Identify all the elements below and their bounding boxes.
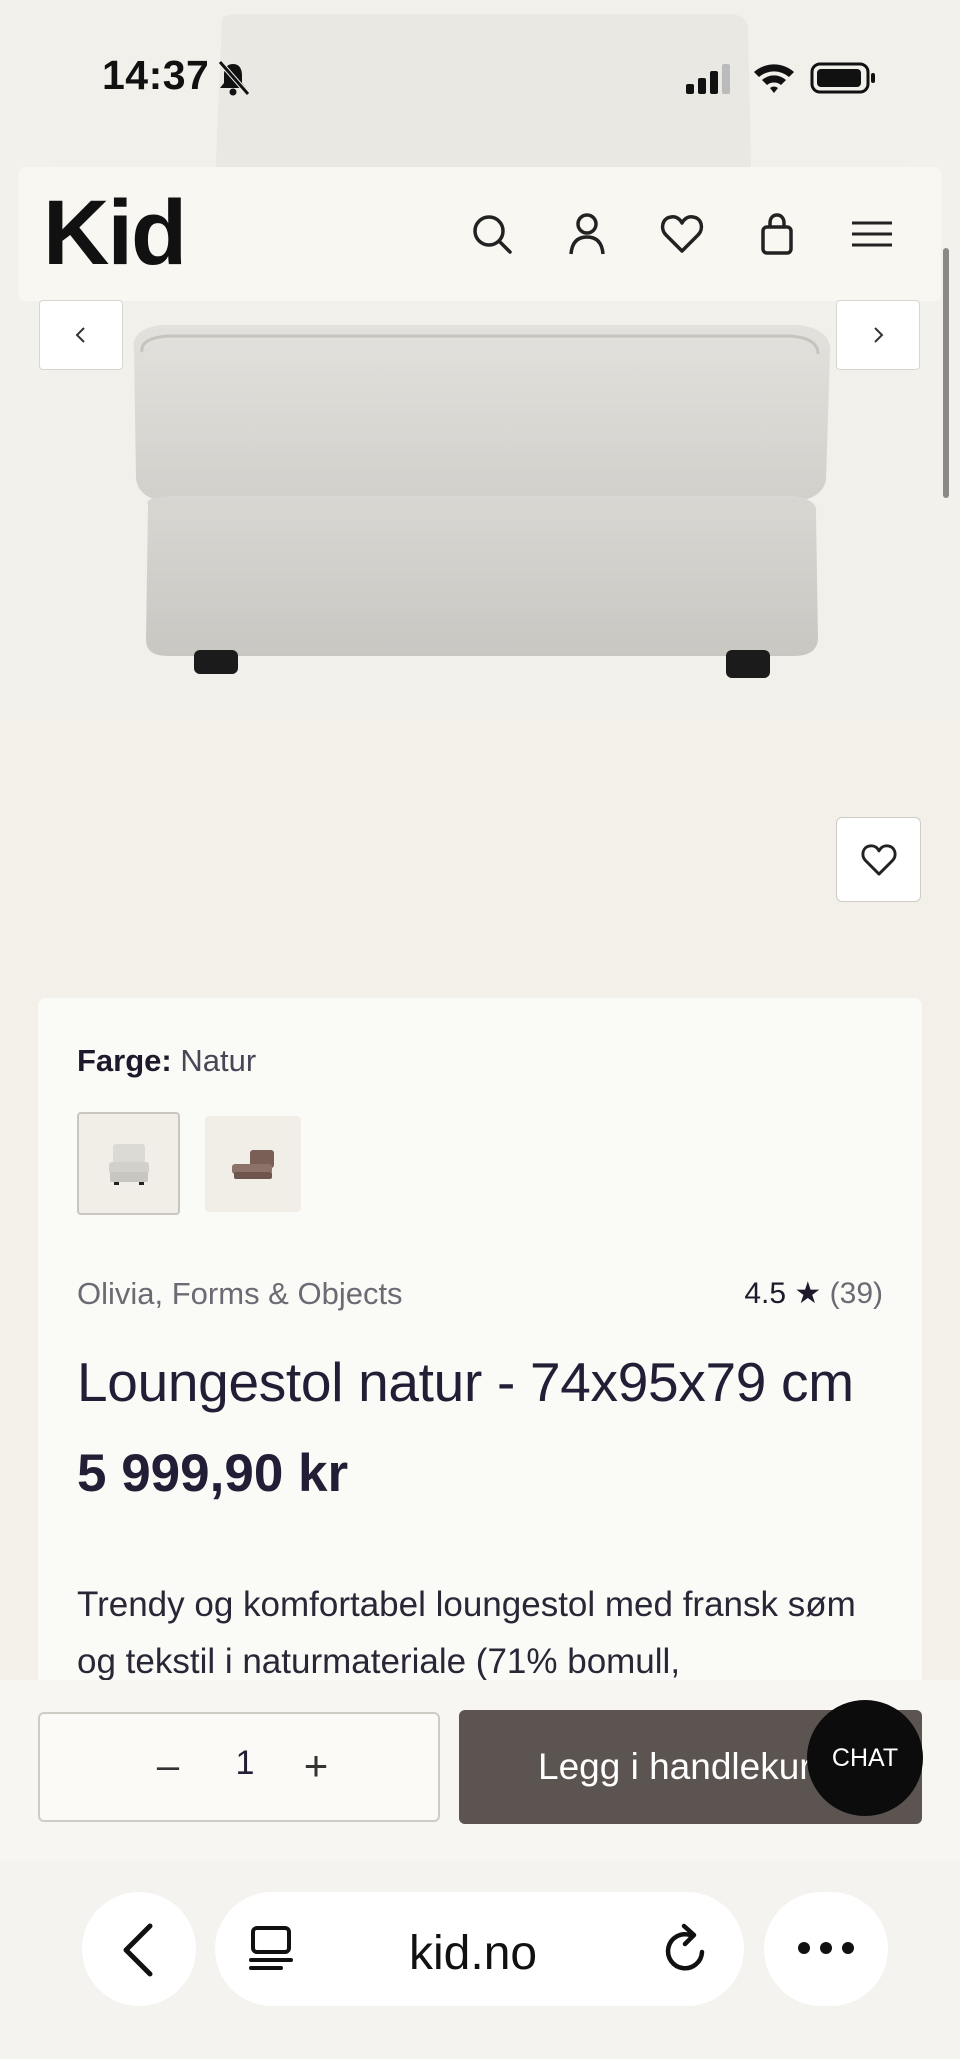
kid-logo[interactable]: Kid	[43, 181, 187, 286]
shopping-bag-icon[interactable]	[754, 211, 800, 257]
carousel-prev-button[interactable]	[39, 300, 123, 370]
tabs-icon	[249, 1926, 293, 1970]
quantity-stepper: – 1 +	[38, 1712, 440, 1822]
back-icon	[123, 1923, 153, 1977]
browser-more-button[interactable]	[764, 1892, 888, 2006]
more-icon	[798, 1942, 854, 1954]
quantity-increase-button[interactable]: +	[296, 1742, 336, 1790]
site-header: Kid	[19, 167, 941, 301]
wishlist-heart-icon[interactable]	[659, 211, 705, 257]
search-icon[interactable]	[469, 211, 515, 257]
browser-toolbar: kid.no	[0, 1860, 960, 2059]
address-bar[interactable]: kid.no	[215, 1892, 744, 2006]
quantity-decrease-button[interactable]: –	[148, 1744, 188, 1789]
account-icon[interactable]	[564, 211, 610, 257]
color-swatch-natur[interactable]	[77, 1112, 180, 1215]
quantity-value[interactable]: 1	[230, 1744, 260, 1783]
heart-icon	[861, 843, 896, 875]
chevron-left-icon	[75, 327, 85, 343]
star-icon: ★	[794, 1277, 822, 1310]
carousel-next-button[interactable]	[836, 300, 920, 370]
product-description: Trendy og komfortabel loungestol med fra…	[77, 1585, 856, 1681]
battery-icon	[810, 62, 875, 94]
color-label: Farge:	[77, 1043, 172, 1078]
swatch-chair-thumbnail	[232, 1150, 274, 1179]
browser-back-button[interactable]	[82, 1892, 196, 2006]
product-rating[interactable]: 4.5 ★ (39)	[744, 1276, 883, 1311]
add-to-cart-label: Legg i handlekurv	[538, 1746, 831, 1787]
silent-mode-icon	[218, 60, 250, 96]
status-time: 14:37	[102, 52, 210, 98]
color-value: Natur	[180, 1043, 257, 1078]
rating-score: 4.5	[744, 1277, 787, 1310]
url-text: kid.no	[409, 1927, 538, 1980]
cellular-signal-icon	[686, 64, 730, 94]
status-bar: 14:37	[0, 0, 960, 160]
reload-icon	[665, 1923, 705, 1971]
product-brand[interactable]: Olivia, Forms & Objects	[77, 1276, 403, 1312]
chat-button[interactable]: CHAT	[807, 1700, 923, 1816]
product-price: 5 999,90 kr	[77, 1444, 349, 1503]
rating-count: (39)	[829, 1277, 883, 1310]
chevron-right-icon	[874, 327, 884, 343]
add-to-wishlist-button[interactable]	[836, 817, 921, 902]
color-selector-label: Farge: Natur	[77, 1043, 256, 1079]
product-title: Loungestol natur - 74x95x79 cm	[77, 1351, 854, 1413]
color-swatch-brown[interactable]	[205, 1116, 301, 1212]
swatch-chair-thumbnail	[108, 1143, 149, 1185]
wifi-icon	[754, 64, 794, 93]
menu-icon[interactable]	[849, 211, 895, 257]
